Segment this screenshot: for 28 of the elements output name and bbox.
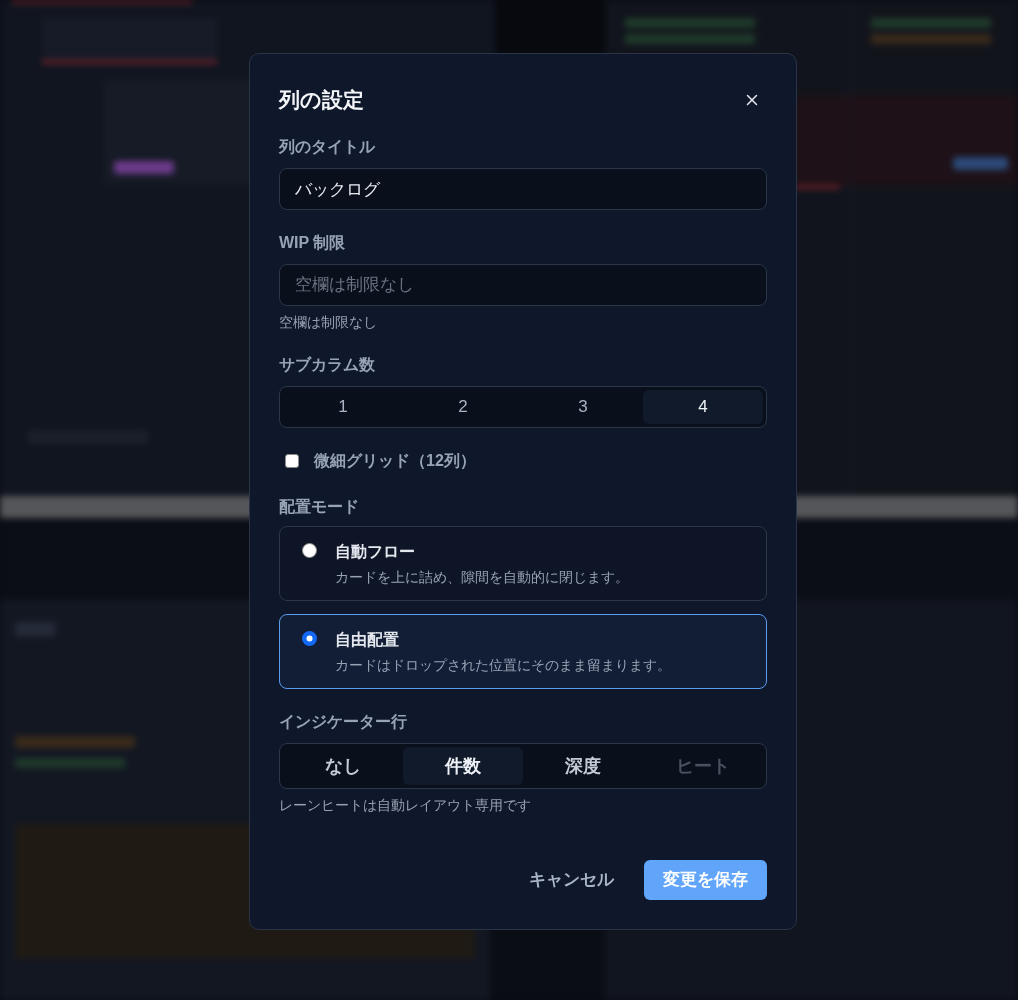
text-input[interactable]: バックログ xyxy=(279,168,767,210)
field-label: サブカラム数 xyxy=(279,355,375,375)
segment-option[interactable]: 4 xyxy=(643,390,763,424)
segment-option[interactable]: 3 xyxy=(523,390,643,424)
segment-option[interactable]: 深度 xyxy=(523,747,643,785)
field-label: WIP 制限 xyxy=(279,233,346,253)
option-title: 自動フロー xyxy=(335,542,415,562)
field-label: インジケーター行 xyxy=(279,712,407,732)
radio-card[interactable]: 自由配置 カードはドロップされた位置にそのまま留まります。 xyxy=(279,614,767,689)
checkbox[interactable] xyxy=(285,454,299,468)
field-label: 列のタイトル xyxy=(279,137,375,157)
field-label: 配置モード xyxy=(279,497,359,517)
segment-option[interactable]: 件数 xyxy=(403,747,523,785)
checkbox-label: 微細グリッド（12列） xyxy=(314,451,476,471)
radio-card[interactable]: 自動フロー カードを上に詰め、隙間を自動的に閉じます。 xyxy=(279,526,767,601)
radio-button[interactable] xyxy=(302,631,317,646)
segment-option[interactable]: なし xyxy=(283,747,403,785)
segment-option[interactable]: 1 xyxy=(283,390,403,424)
option-title: 自由配置 xyxy=(335,630,399,650)
text-input[interactable]: 空欄は制限なし xyxy=(279,264,767,306)
radio-button[interactable] xyxy=(302,543,317,558)
hint-text: レーンヒートは自動レイアウト専用です xyxy=(279,796,531,815)
cancel-button[interactable]: キャンセル xyxy=(515,860,628,900)
option-description: カードはドロップされた位置にそのまま留まります。 xyxy=(335,656,671,675)
option-description: カードを上に詰め、隙間を自動的に閉じます。 xyxy=(335,568,629,587)
hint-text: 空欄は制限なし xyxy=(279,313,377,332)
segment-option[interactable]: 2 xyxy=(403,390,523,424)
dialog-title: 列の設定 xyxy=(279,87,364,113)
